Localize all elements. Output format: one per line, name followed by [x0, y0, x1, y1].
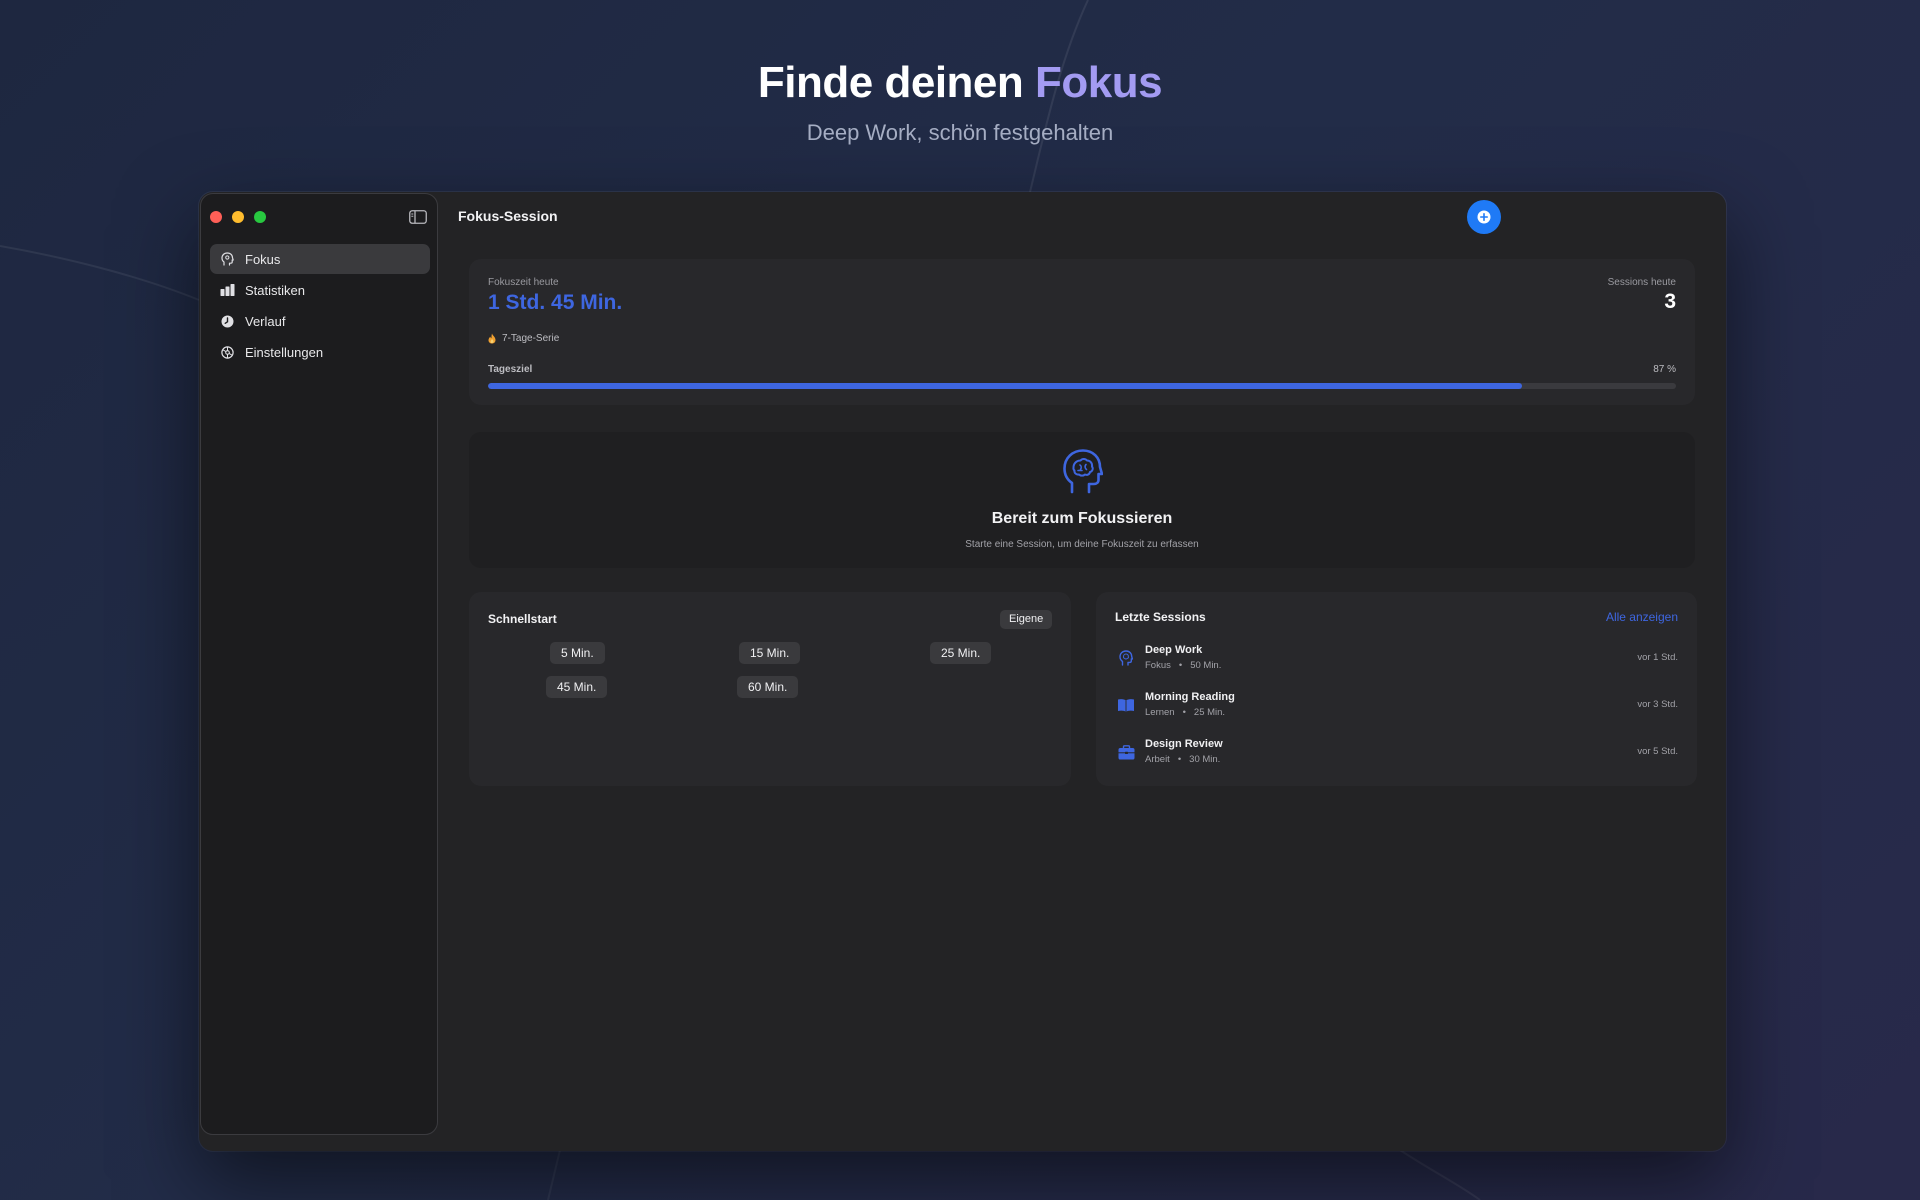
add-session-button[interactable]	[1467, 200, 1501, 234]
preset-5-min-button[interactable]: 5 Min.	[550, 642, 605, 664]
gear-icon	[220, 345, 235, 360]
window-controls	[210, 211, 266, 223]
hero-subtitle: Deep Work, schön festgehalten	[806, 120, 1114, 145]
streak-text: 7-Tage-Serie	[502, 333, 560, 344]
recent-sessions-title: Letzte Sessions	[1115, 610, 1206, 624]
preset-60-min-button[interactable]: 60 Min.	[737, 676, 799, 698]
flame-icon	[488, 333, 496, 344]
daily-goal-progress-bar	[488, 383, 1676, 389]
daily-goal-percent: 87 %	[1653, 364, 1676, 375]
app-window: Fokus Statistiken Verlauf Einstellungen	[199, 192, 1726, 1151]
session-name: Deep Work	[1145, 644, 1203, 656]
bar-chart-icon	[220, 283, 235, 298]
session-meta: Fokus • 50 Min.	[1145, 660, 1221, 671]
custom-duration-button[interactable]: Eigene	[1000, 610, 1053, 629]
sidebar-item-label: Verlauf	[245, 313, 286, 329]
session-name: Morning Reading	[1145, 691, 1235, 703]
session-time: vor 3 Std.	[1637, 699, 1678, 710]
main-content: Fokus-Session Fokuszeit heute 1 Std. 45 …	[439, 192, 1726, 1151]
recent-session-row[interactable]: Design Review Arbeit • 30 Min. vor 5 Std.	[1115, 736, 1678, 770]
daily-goal-label: Tagesziel	[488, 364, 533, 375]
ready-to-focus-panel: Bereit zum Fokussieren Starte eine Sessi…	[469, 432, 1695, 568]
recent-session-row[interactable]: Morning Reading Lernen • 25 Min. vor 3 Std…	[1115, 689, 1678, 723]
meta-separator: •	[1182, 707, 1186, 718]
minimize-window-button[interactable]	[232, 211, 244, 223]
preset-15-min-button[interactable]: 15 Min.	[739, 642, 801, 664]
sidebar-item-verlauf[interactable]: Verlauf	[210, 306, 430, 336]
session-meta: Arbeit • 30 Min.	[1145, 754, 1220, 765]
today-summary-card: Fokuszeit heute 1 Std. 45 Min. Sessions …	[469, 259, 1695, 405]
head-icon	[1117, 649, 1135, 667]
plus-circle-icon	[1477, 210, 1491, 224]
ready-subtitle: Starte eine Session, um deine Fokuszeit …	[965, 539, 1199, 550]
session-category: Arbeit	[1145, 754, 1170, 765]
brain-head-icon	[1063, 449, 1103, 494]
preset-45-min-button[interactable]: 45 Min.	[546, 676, 608, 698]
page-title: Fokus-Session	[458, 208, 558, 224]
hero-header: Finde deinen Fokus Deep Work, schön fest…	[0, 58, 1920, 146]
session-time: vor 1 Std.	[1637, 652, 1678, 663]
sidebar-toggle-icon[interactable]	[409, 210, 427, 224]
sessions-today-label: Sessions heute	[1607, 277, 1676, 288]
sidebar-item-label: Fokus	[245, 251, 281, 267]
meta-separator: •	[1178, 660, 1183, 671]
session-meta: Lernen • 25 Min.	[1145, 707, 1225, 718]
sidebar-item-label: Einstellungen	[245, 344, 324, 360]
daily-goal-progress-fill	[488, 383, 1522, 389]
preset-25-min-button[interactable]: 25 Min.	[930, 642, 992, 664]
briefcase-icon	[1117, 743, 1135, 761]
quickstart-card: Schnellstart Eigene 5 Min. 15 Min. 25 Mi…	[469, 592, 1071, 786]
hero-title-prefix: Finde deinen	[757, 58, 1035, 107]
streak-badge: 7-Tage-Serie	[488, 333, 559, 344]
session-duration: 30 Min.	[1189, 754, 1221, 765]
sidebar-item-einstellungen[interactable]: Einstellungen	[210, 337, 430, 367]
session-duration: 25 Min.	[1193, 707, 1226, 718]
session-category: Fokus	[1145, 660, 1171, 671]
book-icon	[1117, 696, 1135, 714]
clock-icon	[220, 314, 235, 329]
session-name: Design Review	[1145, 738, 1223, 750]
recent-session-row[interactable]: Deep Work Fokus • 50 Min. vor 1 Std.	[1115, 642, 1678, 676]
ready-title: Bereit zum Fokussieren	[991, 510, 1173, 527]
hero-title: Finde deinen Fokus	[0, 58, 1920, 108]
quickstart-title: Schnellstart	[488, 612, 557, 626]
close-window-button[interactable]	[210, 211, 222, 223]
focus-time-label: Fokuszeit heute	[488, 277, 559, 288]
sidebar-nav: Fokus Statistiken Verlauf Einstellungen	[210, 244, 430, 368]
focus-time-value: 1 Std. 45 Min.	[488, 291, 623, 314]
head-icon	[220, 252, 235, 267]
sidebar-item-label: Statistiken	[245, 282, 305, 298]
hero-title-accent: Fokus	[1035, 58, 1163, 107]
sessions-today-value: 3	[1664, 290, 1676, 313]
maximize-window-button[interactable]	[254, 211, 266, 223]
meta-separator: •	[1177, 754, 1182, 765]
show-all-link[interactable]: Alle anzeigen	[1606, 610, 1678, 624]
session-duration: 50 Min.	[1190, 660, 1222, 671]
recent-sessions-card: Letzte Sessions Alle anzeigen Deep Work …	[1096, 592, 1697, 786]
sidebar: Fokus Statistiken Verlauf Einstellungen	[200, 193, 438, 1135]
session-time: vor 5 Std.	[1637, 746, 1678, 757]
sidebar-item-fokus[interactable]: Fokus	[210, 244, 430, 274]
session-category: Lernen	[1145, 707, 1175, 718]
sidebar-item-statistiken[interactable]: Statistiken	[210, 275, 430, 305]
